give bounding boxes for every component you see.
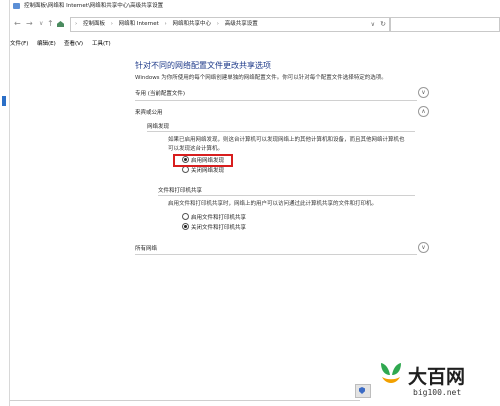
radio-unselected-icon[interactable] — [182, 213, 189, 220]
network-discovery-text-line1: 如果已启用网络发现，则这台计算机可以发现网络上的其他计算机和设备，而且其他网络计… — [168, 137, 405, 143]
radio-selected-icon[interactable] — [182, 223, 189, 230]
divider — [135, 100, 417, 101]
title-bar: 控制面板\网络和 Internet\网络和共享中心\高级共享设置 — [10, 0, 500, 13]
home-icon[interactable] — [57, 21, 64, 27]
menu-edit[interactable]: 编辑(E) — [37, 38, 56, 50]
chevron-down-icon[interactable]: ∨ — [418, 242, 429, 253]
radio-unselected-icon[interactable] — [182, 166, 189, 173]
annotation-highlight-box — [173, 154, 233, 167]
window-title: 控制面板\网络和 Internet\网络和共享中心\高级共享设置 — [24, 3, 164, 9]
breadcrumb-separator: › — [110, 21, 113, 27]
back-arrow-icon[interactable]: ← — [14, 18, 21, 30]
breadcrumb-network-internet[interactable]: 网络和 Internet — [119, 21, 159, 27]
settings-content: 针对不同的网络配置文件更改共享选项 Windows 为你所使用的每个网络创建单独… — [10, 52, 500, 406]
left-edge-marker — [2, 96, 6, 106]
menu-bar: 文件(F) 编辑(E) 查看(V) 工具(T) — [10, 38, 500, 50]
radio-disable-network-discovery[interactable]: 关闭网络发现 — [182, 166, 225, 175]
breadcrumb-separator: › — [75, 21, 78, 27]
refresh-icon[interactable]: ↻ — [380, 18, 386, 31]
profile-all-label[interactable]: 所有网络 — [135, 244, 157, 252]
recent-dropdown-icon[interactable]: ∨ — [39, 18, 43, 30]
radio-label: 关闭网络发现 — [191, 168, 225, 174]
search-input[interactable] — [390, 17, 500, 32]
address-bar-row: ← → ∨ ↑ › 控制面板 › 网络和 Internet › 网络和共享中心 … — [10, 14, 500, 34]
divider — [135, 254, 417, 255]
chevron-up-icon[interactable]: ∧ — [418, 106, 429, 117]
breadcrumb-advanced-sharing[interactable]: 高级共享设置 — [225, 21, 258, 27]
breadcrumb-sharing-center[interactable]: 网络和共享中心 — [172, 21, 211, 27]
profile-guest-label[interactable]: 来宾或公用 — [135, 108, 163, 116]
breadcrumb-separator: › — [216, 21, 219, 27]
radio-label: 启用文件和打印机共享 — [191, 215, 247, 221]
address-dropdown-icon[interactable]: ∨ — [371, 18, 375, 31]
radio-disable-file-sharing[interactable]: 关闭文件和打印机共享 — [182, 223, 247, 232]
network-discovery-text-line2: 可以发现这台计算机。 — [168, 146, 224, 152]
breadcrumb-separator: › — [164, 21, 167, 27]
page-title: 针对不同的网络配置文件更改共享选项 — [135, 61, 271, 70]
radio-enable-file-sharing[interactable]: 启用文件和打印机共享 — [182, 213, 247, 222]
bottom-divider — [10, 400, 360, 401]
menu-file[interactable]: 文件(F) — [10, 38, 28, 50]
menu-view[interactable]: 查看(V) — [64, 38, 83, 50]
page-description: Windows 为你所使用的每个网络创建单独的网络配置文件。你可以针对每个配置文… — [135, 75, 387, 81]
control-panel-icon — [13, 3, 20, 9]
watermark-name: 大百网 — [408, 366, 466, 388]
network-discovery-title: 网络发现 — [147, 124, 170, 130]
up-arrow-icon[interactable]: ↑ — [47, 18, 54, 30]
divider — [147, 131, 415, 132]
left-edge-strip — [0, 0, 10, 406]
address-field[interactable]: › 控制面板 › 网络和 Internet › 网络和共享中心 › 高级共享设置… — [70, 17, 390, 32]
menu-tools[interactable]: 工具(T) — [92, 38, 111, 50]
profile-private-label[interactable]: 专用 (当前配置文件) — [135, 89, 185, 97]
control-panel-window: 控制面板\网络和 Internet\网络和共享中心\高级共享设置 ← → ∨ ↑… — [10, 0, 500, 406]
network-discovery-text: 如果已启用网络发现，则这台计算机可以发现网络上的其他计算机和设备，而且其他网络计… — [168, 136, 418, 154]
chevron-down-icon[interactable]: ∨ — [418, 87, 429, 98]
breadcrumb-control-panel[interactable]: 控制面板 — [83, 21, 105, 27]
divider — [158, 195, 415, 196]
forward-arrow-icon[interactable]: → — [26, 18, 33, 30]
file-printer-sharing-title: 文件和打印机共享 — [158, 188, 203, 194]
radio-label: 关闭文件和打印机共享 — [191, 225, 247, 231]
file-printer-sharing-text: 启用文件和打印机共享时，网络上的用户可以访问通过此计算机共享的文件和打印机。 — [168, 201, 378, 207]
watermark-site: big100.net — [413, 388, 462, 397]
big100-logo — [381, 363, 401, 383]
watermark: 大百网 big100.net — [360, 358, 500, 406]
